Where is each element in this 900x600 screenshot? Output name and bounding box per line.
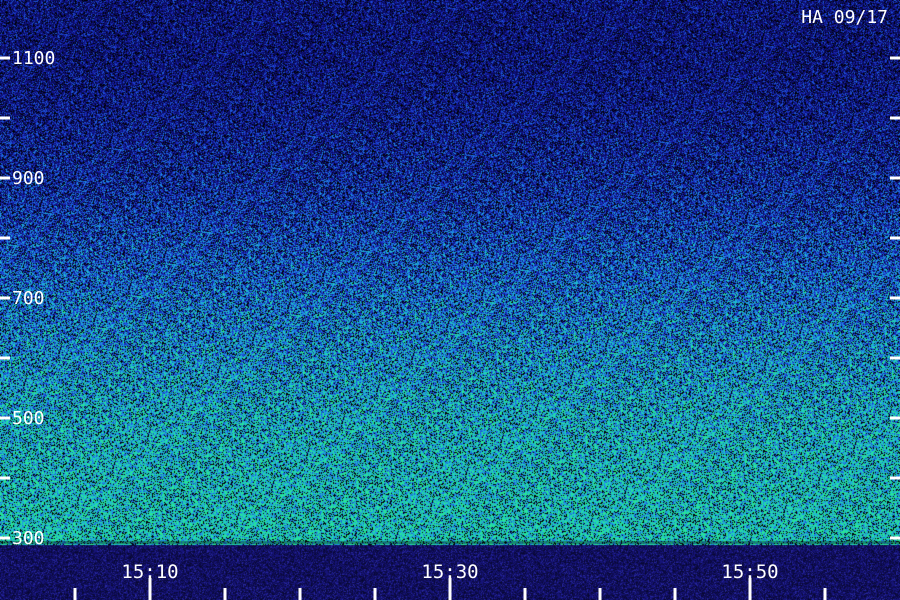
x-tick-label: 15:30	[421, 561, 478, 583]
x-tick-label: 15:10	[121, 561, 178, 583]
x-axis: 15:10 15:30 15:50	[73, 561, 827, 600]
y-tick-label: 900	[12, 168, 45, 189]
y-axis: 300 500 700 900 1100	[0, 48, 900, 549]
x-tick-label: 15:50	[721, 561, 778, 583]
y-tick-label: 500	[12, 408, 45, 429]
y-tick-label: 700	[12, 288, 45, 309]
chart-axes: HA 09/17 300 500 700 900 1100 15:10 15:30 15:5…	[0, 7, 900, 600]
chart-title: HA 09/17	[801, 7, 888, 28]
y-tick-label: 1100	[12, 48, 55, 69]
y-tick-label: 300	[12, 528, 45, 549]
